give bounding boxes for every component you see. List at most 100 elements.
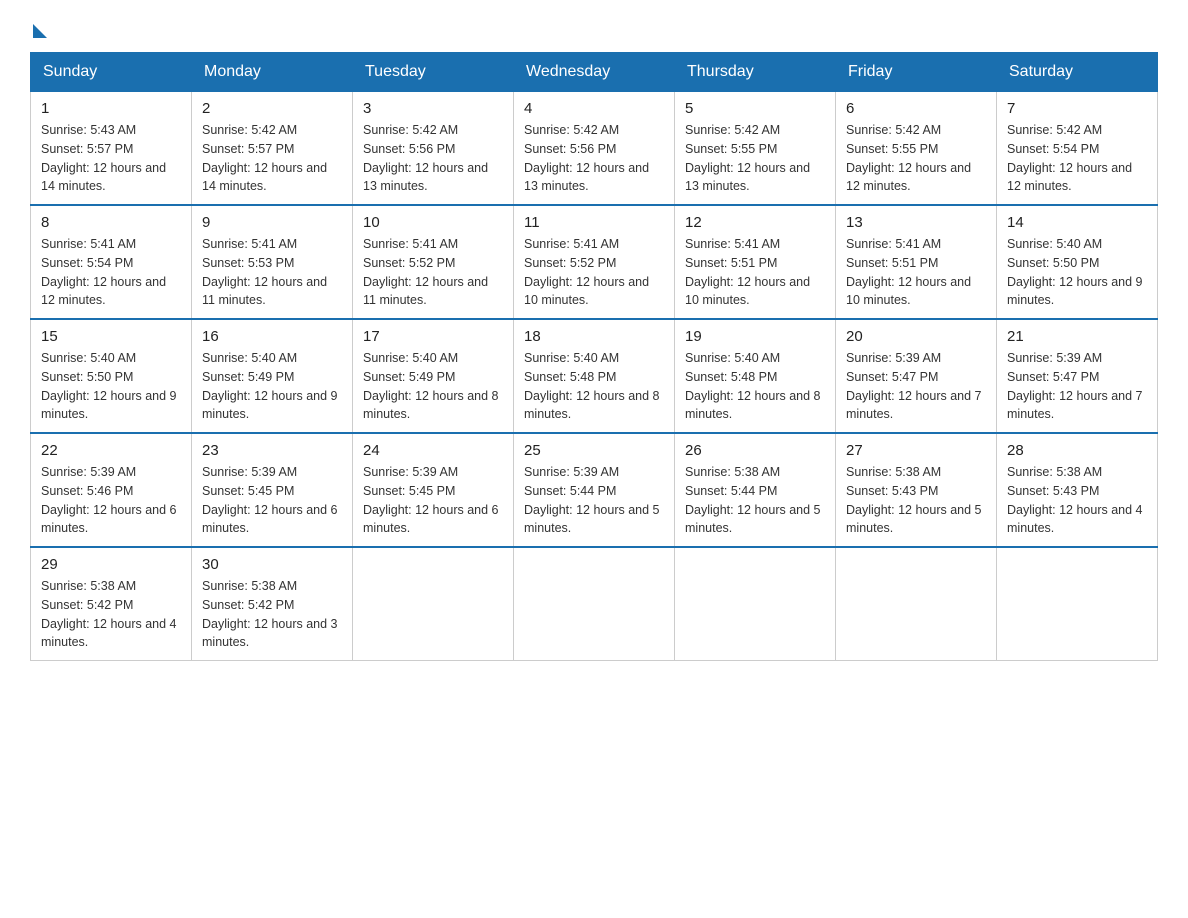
- calendar-cell: 22 Sunrise: 5:39 AMSunset: 5:46 PMDaylig…: [31, 433, 192, 547]
- calendar-cell: 26 Sunrise: 5:38 AMSunset: 5:44 PMDaylig…: [675, 433, 836, 547]
- day-number: 30: [202, 556, 342, 573]
- calendar-cell: 8 Sunrise: 5:41 AMSunset: 5:54 PMDayligh…: [31, 205, 192, 319]
- day-info: Sunrise: 5:41 AMSunset: 5:52 PMDaylight:…: [524, 237, 649, 307]
- calendar-cell: [353, 547, 514, 661]
- day-number: 29: [41, 556, 181, 573]
- week-row-5: 29 Sunrise: 5:38 AMSunset: 5:42 PMDaylig…: [31, 547, 1158, 661]
- day-number: 1: [41, 100, 181, 117]
- day-info: Sunrise: 5:40 AMSunset: 5:50 PMDaylight:…: [1007, 237, 1143, 307]
- calendar-cell: 17 Sunrise: 5:40 AMSunset: 5:49 PMDaylig…: [353, 319, 514, 433]
- calendar-cell: 25 Sunrise: 5:39 AMSunset: 5:44 PMDaylig…: [514, 433, 675, 547]
- calendar-cell: 6 Sunrise: 5:42 AMSunset: 5:55 PMDayligh…: [836, 92, 997, 206]
- day-info: Sunrise: 5:41 AMSunset: 5:54 PMDaylight:…: [41, 237, 166, 307]
- calendar-cell: 18 Sunrise: 5:40 AMSunset: 5:48 PMDaylig…: [514, 319, 675, 433]
- day-info: Sunrise: 5:42 AMSunset: 5:57 PMDaylight:…: [202, 123, 327, 193]
- day-info: Sunrise: 5:42 AMSunset: 5:54 PMDaylight:…: [1007, 123, 1132, 193]
- day-info: Sunrise: 5:39 AMSunset: 5:46 PMDaylight:…: [41, 465, 177, 535]
- day-number: 15: [41, 328, 181, 345]
- calendar-cell: 11 Sunrise: 5:41 AMSunset: 5:52 PMDaylig…: [514, 205, 675, 319]
- day-info: Sunrise: 5:40 AMSunset: 5:49 PMDaylight:…: [363, 351, 499, 421]
- day-info: Sunrise: 5:41 AMSunset: 5:51 PMDaylight:…: [846, 237, 971, 307]
- day-number: 13: [846, 214, 986, 231]
- calendar-cell: 20 Sunrise: 5:39 AMSunset: 5:47 PMDaylig…: [836, 319, 997, 433]
- calendar-cell: 13 Sunrise: 5:41 AMSunset: 5:51 PMDaylig…: [836, 205, 997, 319]
- day-info: Sunrise: 5:40 AMSunset: 5:48 PMDaylight:…: [685, 351, 821, 421]
- calendar-cell: 10 Sunrise: 5:41 AMSunset: 5:52 PMDaylig…: [353, 205, 514, 319]
- calendar-cell: 1 Sunrise: 5:43 AMSunset: 5:57 PMDayligh…: [31, 92, 192, 206]
- day-number: 28: [1007, 442, 1147, 459]
- day-number: 26: [685, 442, 825, 459]
- day-number: 20: [846, 328, 986, 345]
- day-number: 18: [524, 328, 664, 345]
- day-number: 25: [524, 442, 664, 459]
- day-info: Sunrise: 5:40 AMSunset: 5:48 PMDaylight:…: [524, 351, 660, 421]
- calendar-cell: 29 Sunrise: 5:38 AMSunset: 5:42 PMDaylig…: [31, 547, 192, 661]
- page-header: [30, 20, 1158, 32]
- calendar-cell: [514, 547, 675, 661]
- day-number: 19: [685, 328, 825, 345]
- calendar-header-row: SundayMondayTuesdayWednesdayThursdayFrid…: [31, 53, 1158, 92]
- day-info: Sunrise: 5:42 AMSunset: 5:55 PMDaylight:…: [685, 123, 810, 193]
- calendar-cell: 3 Sunrise: 5:42 AMSunset: 5:56 PMDayligh…: [353, 92, 514, 206]
- day-info: Sunrise: 5:42 AMSunset: 5:56 PMDaylight:…: [524, 123, 649, 193]
- day-info: Sunrise: 5:40 AMSunset: 5:49 PMDaylight:…: [202, 351, 338, 421]
- day-number: 10: [363, 214, 503, 231]
- day-number: 11: [524, 214, 664, 231]
- day-info: Sunrise: 5:42 AMSunset: 5:56 PMDaylight:…: [363, 123, 488, 193]
- calendar-table: SundayMondayTuesdayWednesdayThursdayFrid…: [30, 52, 1158, 661]
- day-number: 3: [363, 100, 503, 117]
- calendar-cell: [675, 547, 836, 661]
- day-info: Sunrise: 5:39 AMSunset: 5:45 PMDaylight:…: [363, 465, 499, 535]
- day-number: 2: [202, 100, 342, 117]
- day-info: Sunrise: 5:38 AMSunset: 5:43 PMDaylight:…: [846, 465, 982, 535]
- day-number: 4: [524, 100, 664, 117]
- calendar-cell: 21 Sunrise: 5:39 AMSunset: 5:47 PMDaylig…: [997, 319, 1158, 433]
- day-info: Sunrise: 5:40 AMSunset: 5:50 PMDaylight:…: [41, 351, 177, 421]
- calendar-cell: 24 Sunrise: 5:39 AMSunset: 5:45 PMDaylig…: [353, 433, 514, 547]
- day-number: 23: [202, 442, 342, 459]
- day-info: Sunrise: 5:38 AMSunset: 5:42 PMDaylight:…: [202, 579, 338, 649]
- day-info: Sunrise: 5:39 AMSunset: 5:44 PMDaylight:…: [524, 465, 660, 535]
- calendar-cell: 16 Sunrise: 5:40 AMSunset: 5:49 PMDaylig…: [192, 319, 353, 433]
- day-number: 6: [846, 100, 986, 117]
- calendar-cell: 2 Sunrise: 5:42 AMSunset: 5:57 PMDayligh…: [192, 92, 353, 206]
- day-info: Sunrise: 5:42 AMSunset: 5:55 PMDaylight:…: [846, 123, 971, 193]
- calendar-cell: 12 Sunrise: 5:41 AMSunset: 5:51 PMDaylig…: [675, 205, 836, 319]
- day-number: 21: [1007, 328, 1147, 345]
- logo-arrow-icon: [33, 24, 47, 38]
- day-info: Sunrise: 5:39 AMSunset: 5:47 PMDaylight:…: [1007, 351, 1143, 421]
- header-sunday: Sunday: [31, 53, 192, 92]
- day-number: 8: [41, 214, 181, 231]
- calendar-cell: 5 Sunrise: 5:42 AMSunset: 5:55 PMDayligh…: [675, 92, 836, 206]
- day-number: 22: [41, 442, 181, 459]
- day-number: 16: [202, 328, 342, 345]
- day-info: Sunrise: 5:39 AMSunset: 5:45 PMDaylight:…: [202, 465, 338, 535]
- calendar-cell: [997, 547, 1158, 661]
- calendar-cell: 30 Sunrise: 5:38 AMSunset: 5:42 PMDaylig…: [192, 547, 353, 661]
- logo: [30, 20, 47, 32]
- day-info: Sunrise: 5:39 AMSunset: 5:47 PMDaylight:…: [846, 351, 982, 421]
- week-row-4: 22 Sunrise: 5:39 AMSunset: 5:46 PMDaylig…: [31, 433, 1158, 547]
- header-tuesday: Tuesday: [353, 53, 514, 92]
- day-number: 7: [1007, 100, 1147, 117]
- header-wednesday: Wednesday: [514, 53, 675, 92]
- calendar-cell: 4 Sunrise: 5:42 AMSunset: 5:56 PMDayligh…: [514, 92, 675, 206]
- day-info: Sunrise: 5:38 AMSunset: 5:44 PMDaylight:…: [685, 465, 821, 535]
- calendar-cell: 28 Sunrise: 5:38 AMSunset: 5:43 PMDaylig…: [997, 433, 1158, 547]
- header-thursday: Thursday: [675, 53, 836, 92]
- calendar-cell: 19 Sunrise: 5:40 AMSunset: 5:48 PMDaylig…: [675, 319, 836, 433]
- week-row-3: 15 Sunrise: 5:40 AMSunset: 5:50 PMDaylig…: [31, 319, 1158, 433]
- week-row-2: 8 Sunrise: 5:41 AMSunset: 5:54 PMDayligh…: [31, 205, 1158, 319]
- header-monday: Monday: [192, 53, 353, 92]
- header-friday: Friday: [836, 53, 997, 92]
- calendar-cell: [836, 547, 997, 661]
- day-number: 5: [685, 100, 825, 117]
- calendar-cell: 7 Sunrise: 5:42 AMSunset: 5:54 PMDayligh…: [997, 92, 1158, 206]
- day-info: Sunrise: 5:41 AMSunset: 5:53 PMDaylight:…: [202, 237, 327, 307]
- day-number: 17: [363, 328, 503, 345]
- day-number: 27: [846, 442, 986, 459]
- day-info: Sunrise: 5:41 AMSunset: 5:51 PMDaylight:…: [685, 237, 810, 307]
- week-row-1: 1 Sunrise: 5:43 AMSunset: 5:57 PMDayligh…: [31, 92, 1158, 206]
- day-info: Sunrise: 5:38 AMSunset: 5:43 PMDaylight:…: [1007, 465, 1143, 535]
- day-number: 24: [363, 442, 503, 459]
